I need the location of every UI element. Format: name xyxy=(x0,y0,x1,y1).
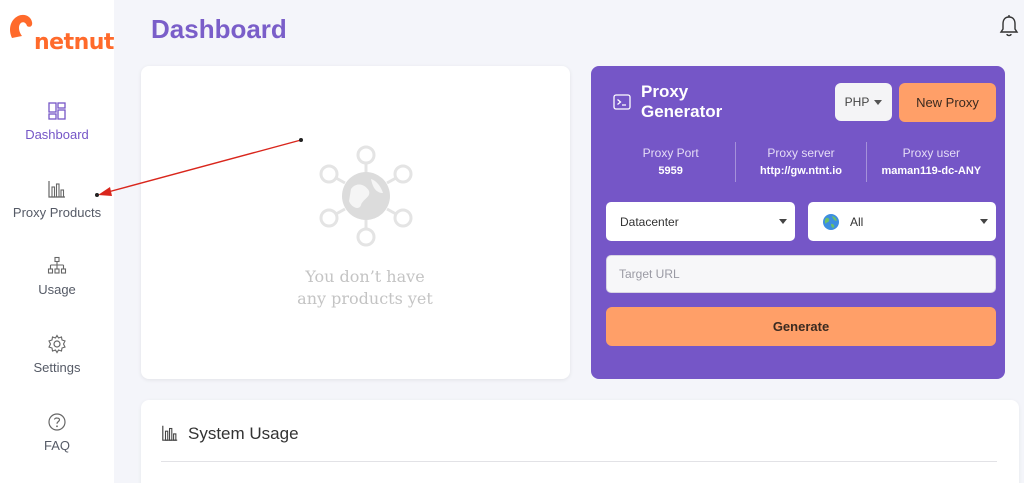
squirrel-logo-icon xyxy=(10,14,33,38)
language-select-value: PHP xyxy=(844,95,870,109)
sidebar-item-label: Usage xyxy=(38,282,76,297)
proxy-generator-card: Proxy Generator PHP New Proxy Proxy Port… xyxy=(591,66,1005,379)
generate-button[interactable]: Generate xyxy=(606,307,996,346)
new-proxy-button[interactable]: New Proxy xyxy=(899,83,996,122)
sidebar: netnut Dashboard Proxy Products Usage Se… xyxy=(0,0,114,483)
proxy-server-info: Proxy server http://gw.ntnt.io xyxy=(736,142,867,182)
empty-products-message: You don’t have any products yet xyxy=(141,266,589,310)
dashboard-grid-icon xyxy=(48,102,66,120)
sidebar-item-label: Proxy Products xyxy=(12,205,102,220)
empty-message-line: You don’t have xyxy=(305,267,425,286)
proxy-server-label: Proxy server xyxy=(767,146,835,160)
sidebar-item-label: FAQ xyxy=(43,438,70,453)
question-circle-icon xyxy=(48,413,66,431)
netnut-logo[interactable]: netnut xyxy=(6,12,114,58)
proxy-type-select[interactable]: Datacenter xyxy=(606,202,795,241)
sidebar-item-label: Dashboard xyxy=(25,127,89,142)
proxy-type-value: Datacenter xyxy=(620,214,679,229)
sidebar-item-dashboard[interactable]: Dashboard xyxy=(0,101,114,142)
empty-products-illustration xyxy=(319,145,413,247)
proxy-user-value: maman119-dc-ANY xyxy=(881,165,982,177)
globe-icon xyxy=(823,213,839,230)
products-card: You don’t have any products yet xyxy=(141,66,570,379)
title-line: Generator xyxy=(641,102,723,121)
country-select-value: All xyxy=(850,214,864,229)
terminal-icon xyxy=(613,94,631,110)
sidebar-item-settings[interactable]: Settings xyxy=(0,334,114,375)
sidebar-item-proxy-products[interactable]: Proxy Products xyxy=(0,179,114,220)
title-line: Proxy xyxy=(641,82,689,101)
bar-chart-icon xyxy=(162,425,178,441)
country-select[interactable]: All xyxy=(808,202,996,241)
divider xyxy=(161,461,997,462)
sitemap-icon xyxy=(47,256,67,274)
system-usage-title: System Usage xyxy=(188,424,299,443)
bell-icon[interactable] xyxy=(998,14,1020,38)
bar-chart-icon xyxy=(48,181,65,198)
proxy-user-label: Proxy user xyxy=(902,146,960,160)
sidebar-item-label: Settings xyxy=(33,360,81,375)
proxy-user-info: Proxy user maman119-dc-ANY xyxy=(867,142,996,182)
proxy-port-info: Proxy Port 5959 xyxy=(606,142,737,182)
page-title: Dashboard xyxy=(151,14,287,44)
caret-down-icon xyxy=(874,99,883,105)
proxy-port-value: 5959 xyxy=(658,165,683,177)
proxy-generator-title: Proxy Generator xyxy=(641,82,751,122)
gear-icon xyxy=(48,334,66,354)
sidebar-item-faq[interactable]: FAQ xyxy=(0,412,114,453)
brand-name: netnut xyxy=(34,30,114,55)
proxy-port-label: Proxy Port xyxy=(642,146,699,160)
language-select[interactable]: PHP xyxy=(835,83,892,121)
caret-down-icon xyxy=(779,219,787,224)
sidebar-item-usage[interactable]: Usage xyxy=(0,256,114,297)
proxy-server-value: http://gw.ntnt.io xyxy=(759,165,843,177)
target-url-input[interactable] xyxy=(606,255,996,293)
system-usage-card: System Usage xyxy=(141,400,1019,483)
empty-message-line: any products yet xyxy=(297,289,433,308)
caret-down-icon xyxy=(980,219,988,224)
proxy-info-row: Proxy Port 5959 Proxy server http://gw.n… xyxy=(606,142,996,182)
